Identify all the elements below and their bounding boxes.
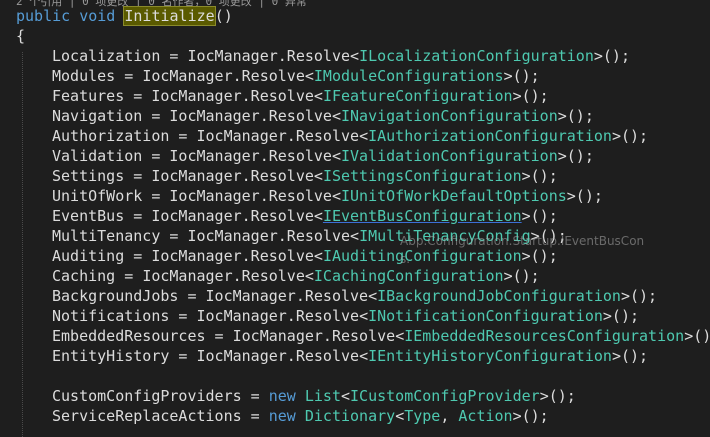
resolver-call: IocManager.Resolve <box>142 267 305 285</box>
property-name: UnitOfWork <box>52 187 143 205</box>
assignment-line[interactable]: Auditing = IocManager.Resolve<IAuditingC… <box>52 246 558 266</box>
method-signature[interactable]: public void Initialize() <box>16 6 233 26</box>
assignment-line[interactable]: Validation = IocManager.Resolve<IValidat… <box>52 146 594 166</box>
indent-guide <box>22 52 23 437</box>
service-replace-actions-line[interactable]: ServiceReplaceActions = new Dictionary<T… <box>52 406 549 426</box>
generic-type[interactable]: IAuthorizationConfiguration <box>368 127 612 145</box>
property-name: Validation <box>52 147 143 165</box>
generic-type[interactable]: IModuleConfigurations <box>314 67 504 85</box>
generic-type[interactable]: IValidationConfiguration <box>341 147 558 165</box>
generic-type[interactable]: INavigationConfiguration <box>341 107 558 125</box>
property-name: Settings <box>52 167 125 185</box>
open-brace: { <box>16 27 26 45</box>
assignment-line[interactable]: Notifications = IocManager.Resolve<INoti… <box>52 306 639 326</box>
assignment-line[interactable]: Authorization = IocManager.Resolve<IAuth… <box>52 126 648 146</box>
assignment-line[interactable]: MultiTenancy = IocManager.Resolve<IMulti… <box>52 226 567 246</box>
property-name: Notifications <box>52 307 170 325</box>
generic-type[interactable]: ILocalizationConfiguration <box>359 47 594 65</box>
code-editor[interactable]: 2 个引用 | 0 项更改 | 0 名作者，0 项更改 | 0 异常 publi… <box>0 0 710 437</box>
generic-type[interactable]: INotificationConfiguration <box>368 307 603 325</box>
assignment-line[interactable]: Modules = IocManager.Resolve<IModuleConf… <box>52 66 540 86</box>
resolver-call: IocManager.Resolve <box>187 47 351 65</box>
custom-config-providers-line[interactable]: CustomConfigProviders = new List<ICustom… <box>52 386 576 406</box>
type-action: Action <box>458 407 513 425</box>
assignment-line[interactable]: Caching = IocManager.Resolve<ICachingCon… <box>52 266 540 286</box>
generic-type[interactable]: IEmbeddedResourcesConfiguration <box>404 327 684 345</box>
property-name: Modules <box>52 67 116 85</box>
assignment-line[interactable]: Localization = IocManager.Resolve<ILocal… <box>52 46 630 66</box>
assignment-line[interactable]: Features = IocManager.Resolve<IFeatureCo… <box>52 86 549 106</box>
resolver-call: IocManager.Resolve <box>151 167 314 185</box>
property-name: Authorization <box>52 127 170 145</box>
generic-type[interactable]: IEventBusConfiguration <box>323 207 522 225</box>
generic-type[interactable]: IBackgroundJobConfiguration <box>377 287 621 305</box>
property-name: Auditing <box>52 247 125 265</box>
assignment-line[interactable]: Settings = IocManager.Resolve<ISettingsC… <box>52 166 558 186</box>
type-dictionary: Dictionary <box>304 407 396 425</box>
assignment-line[interactable]: EmbeddedResources = IocManager.Resolve<I… <box>52 326 710 346</box>
resolver-call: IocManager.Resolve <box>196 127 360 145</box>
keyword-new: new <box>268 387 296 405</box>
property-name: EventBus <box>52 207 125 225</box>
resolver-call: IocManager.Resolve <box>151 247 314 265</box>
resolver-call: IocManager.Resolve <box>151 207 314 225</box>
property-name: Navigation <box>52 107 143 125</box>
generic-type[interactable]: IAuditingConfiguration <box>323 247 522 265</box>
keyword-public: public <box>16 7 71 25</box>
assignment-line[interactable]: UnitOfWork = IocManager.Resolve<IUnitOfW… <box>52 186 603 206</box>
service-replace-actions-name: ServiceReplaceActions <box>52 407 242 425</box>
assignment-line[interactable]: Navigation = IocManager.Resolve<INavigat… <box>52 106 594 126</box>
type-type: Type <box>404 407 441 425</box>
resolver-call: IocManager.Resolve <box>169 147 332 165</box>
generic-type[interactable]: ICachingConfiguration <box>314 267 504 285</box>
keyword-new: new <box>268 407 296 425</box>
type-icustomconfigprovider: ICustomConfigProvider <box>350 387 540 405</box>
generic-type[interactable]: IFeatureConfiguration <box>323 87 513 105</box>
property-name: Features <box>52 87 125 105</box>
resolver-call: IocManager.Resolve <box>142 67 305 85</box>
assignment-line[interactable]: EventBus = IocManager.Resolve<IEventBusC… <box>52 206 558 226</box>
generic-type[interactable]: ISettingsConfiguration <box>323 167 522 185</box>
resolver-call: IocManager.Resolve <box>196 347 360 365</box>
generic-type[interactable]: IUnitOfWorkDefaultOptions <box>341 187 567 205</box>
assignment-line[interactable]: BackgroundJobs = IocManager.Resolve<IBac… <box>52 286 657 306</box>
resolver-call: IocManager.Resolve <box>232 327 396 345</box>
resolver-call: IocManager.Resolve <box>205 287 369 305</box>
custom-config-providers-name: CustomConfigProviders <box>52 387 242 405</box>
property-name: Caching <box>52 267 116 285</box>
assignment-line[interactable]: EntityHistory = IocManager.Resolve<IEnti… <box>52 346 648 366</box>
resolver-call: IocManager.Resolve <box>187 227 351 245</box>
property-name: MultiTenancy <box>52 227 161 245</box>
method-name-initialize[interactable]: Initialize <box>123 6 216 26</box>
resolver-call: IocManager.Resolve <box>196 307 360 325</box>
property-name: BackgroundJobs <box>52 287 179 305</box>
resolver-call: IocManager.Resolve <box>169 107 332 125</box>
property-name: EmbeddedResources <box>52 327 206 345</box>
keyword-void: void <box>79 7 116 25</box>
resolver-call: IocManager.Resolve <box>151 87 314 105</box>
resolver-call: IocManager.Resolve <box>169 187 332 205</box>
method-parens: () <box>214 7 233 25</box>
property-name: EntityHistory <box>52 347 170 365</box>
property-name: Localization <box>52 47 161 65</box>
type-list: List <box>304 387 341 405</box>
generic-type[interactable]: IEntityHistoryConfiguration <box>368 347 612 365</box>
generic-type[interactable]: IMultiTenancyConfig <box>359 227 531 245</box>
